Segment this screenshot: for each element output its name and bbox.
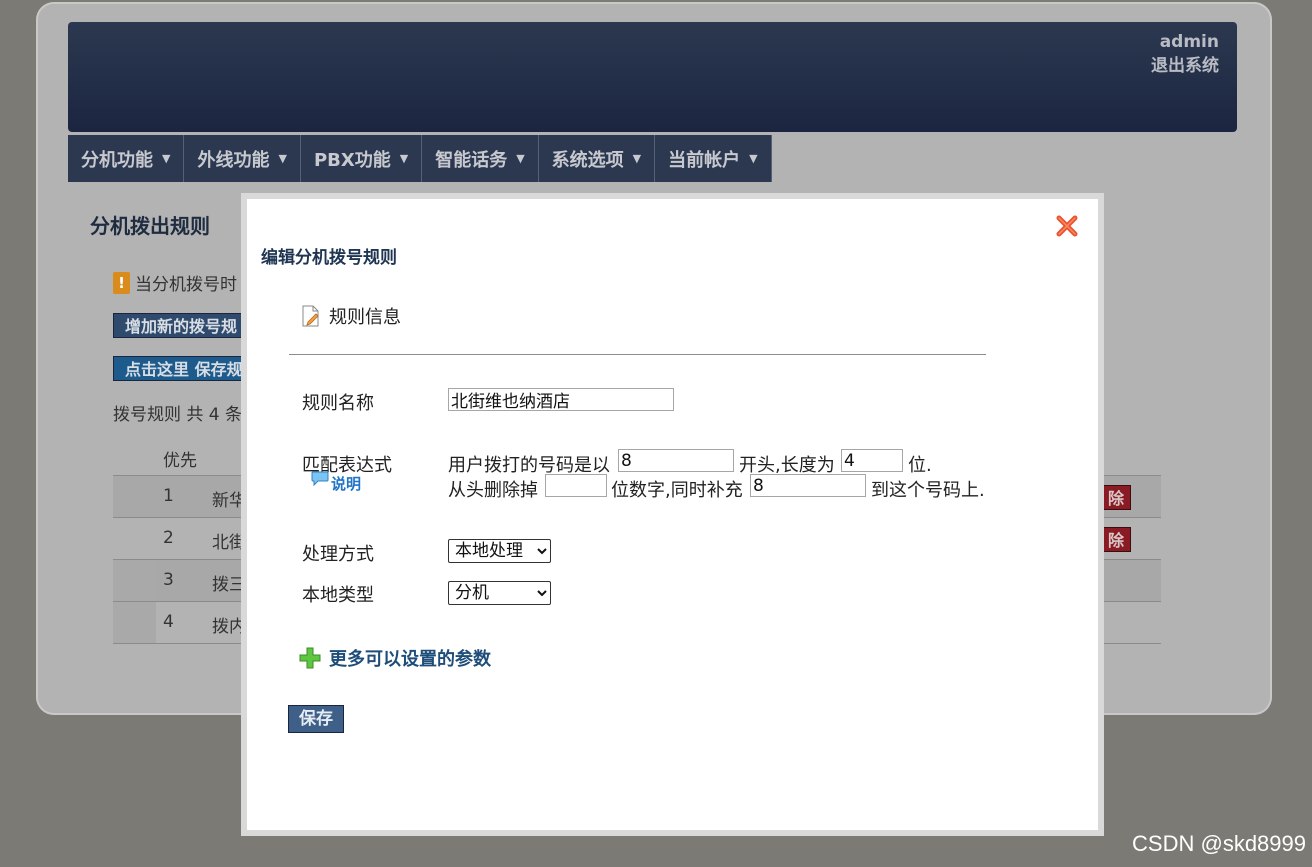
plus-icon <box>299 647 321 669</box>
close-button[interactable] <box>1054 213 1080 239</box>
logout-link[interactable]: 退出系统 <box>1151 54 1219 78</box>
app-header: admin 退出系统 <box>68 22 1237 132</box>
save-button[interactable]: 保存 <box>288 705 344 733</box>
watermark: CSDN @skd8999 <box>1132 831 1306 856</box>
add-rule-button[interactable]: 增加新的拨号规 <box>113 313 253 338</box>
chevron-down-icon: ▼ <box>278 152 287 165</box>
column-header-priority: 优先 <box>163 451 197 471</box>
nav-label: PBX功能 <box>313 149 391 171</box>
section-header: 规则信息 <box>301 303 401 329</box>
handling-select[interactable]: 本地处理 <box>448 539 551 563</box>
delete-button[interactable]: 除 <box>1101 485 1131 510</box>
chevron-down-icon: ▼ <box>162 152 171 165</box>
chevron-down-icon: ▼ <box>516 152 525 165</box>
nav-account[interactable]: 当前帐户 ▼ <box>655 135 772 182</box>
unit-text: 位. <box>908 455 932 476</box>
end-text: 到这个号码上. <box>871 480 985 501</box>
chevron-down-icon: ▼ <box>632 152 642 165</box>
row-shade <box>113 560 156 601</box>
more-params-link[interactable]: 更多可以设置的参数 <box>299 645 491 671</box>
local-type-label: 本地类型 <box>302 585 374 606</box>
strip-text: 从头删除掉 <box>448 480 538 501</box>
nav-smart-call[interactable]: 智能话务 ▼ <box>422 135 539 182</box>
length-input[interactable] <box>841 449 903 472</box>
save-rules-button[interactable]: 点击这里 保存规 <box>113 356 253 381</box>
local-type-select[interactable]: 分机 <box>448 581 551 605</box>
nav-pbx[interactable]: PBX功能 ▼ <box>300 135 423 182</box>
help-link[interactable]: 说明 <box>311 471 362 494</box>
nav-extension[interactable]: 分机功能 ▼ <box>68 135 185 182</box>
nav-label: 分机功能 <box>81 149 153 171</box>
more-params-label: 更多可以设置的参数 <box>329 649 491 670</box>
username: admin <box>1159 32 1219 52</box>
nav-label: 系统选项 <box>551 149 624 171</box>
chevron-down-icon: ▼ <box>749 152 758 165</box>
help-label: 说明 <box>331 475 362 493</box>
close-icon <box>1056 215 1078 237</box>
row-priority: 1 <box>163 486 174 506</box>
edit-document-icon <box>302 305 319 327</box>
nav-label: 当前帐户 <box>668 149 741 171</box>
digits-text: 位数字,同时补充 <box>611 480 743 501</box>
nav-system[interactable]: 系统选项 ▼ <box>538 135 656 182</box>
row-priority: 3 <box>163 570 174 590</box>
delete-button[interactable]: 除 <box>1101 527 1131 552</box>
rule-count: 拨号规则 共 4 条 <box>113 405 243 425</box>
edit-rule-dialog: 编辑分机拨号规则 规则信息 规则名称 匹配表达式 说明 用户拨打的号码是以 开头… <box>241 193 1104 836</box>
speech-bubble-icon <box>311 471 329 486</box>
row-shade <box>113 602 156 643</box>
prefix-input[interactable] <box>618 449 734 472</box>
chevron-down-icon: ▼ <box>399 152 409 165</box>
handling-label: 处理方式 <box>302 544 374 565</box>
nav-label: 外线功能 <box>197 149 270 171</box>
prepend-input[interactable] <box>750 474 866 497</box>
strip-digits-input[interactable] <box>545 474 607 497</box>
warning-icon: ! <box>113 271 130 294</box>
dialog-title: 编辑分机拨号规则 <box>261 248 397 268</box>
row-priority: 2 <box>163 528 174 548</box>
nav-label: 智能话务 <box>435 149 508 171</box>
rule-name-input[interactable] <box>448 388 674 411</box>
main-nav: 分机功能 ▼ 外线功能 ▼ PBX功能 ▼ 智能话务 ▼ 系统选项 ▼ 当前帐户 ▼ <box>68 135 772 182</box>
warning-notice: ! 当分机拨号时 <box>113 270 237 295</box>
nav-trunk[interactable]: 外线功能 ▼ <box>184 135 301 182</box>
divider <box>289 354 986 355</box>
row-priority: 4 <box>163 612 174 632</box>
user-panel: admin 退出系统 <box>1151 30 1219 78</box>
warning-text: 当分机拨号时 <box>135 275 237 295</box>
section-label: 规则信息 <box>329 307 401 328</box>
rule-name-label: 规则名称 <box>302 393 374 414</box>
page-title: 分机拨出规则 <box>90 214 210 238</box>
